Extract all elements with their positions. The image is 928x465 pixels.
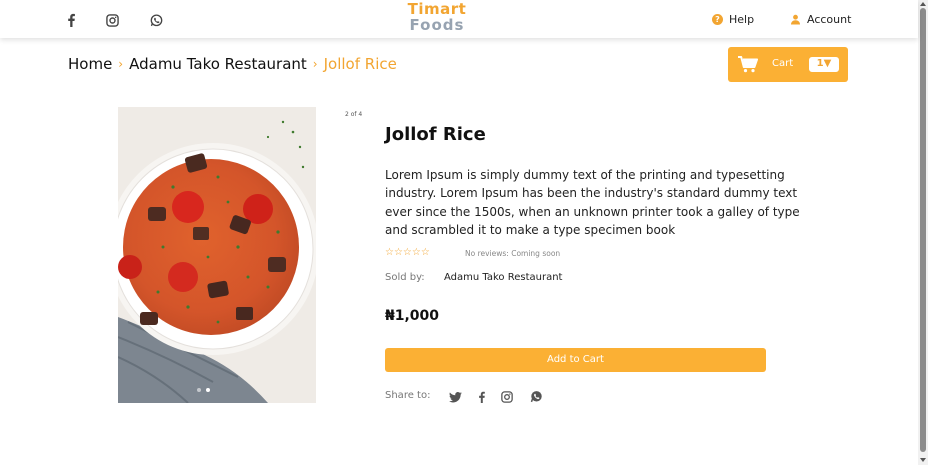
scroll-thumb[interactable] bbox=[920, 8, 926, 452]
pagination-dot[interactable] bbox=[206, 388, 210, 392]
image-counter: 2 of 4 bbox=[345, 111, 363, 118]
help-icon: ? bbox=[712, 14, 723, 25]
page-scrollbar[interactable] bbox=[918, 0, 928, 465]
top-header: Timart Foods ? Help Account bbox=[0, 0, 918, 38]
breadcrumb-separator: › bbox=[118, 57, 124, 71]
cart-icon bbox=[738, 56, 758, 73]
account-link[interactable]: Account bbox=[790, 13, 851, 26]
facebook-icon[interactable] bbox=[477, 388, 490, 403]
cart-button[interactable]: Cart 1▼ bbox=[728, 47, 848, 82]
breadcrumb-restaurant[interactable]: Adamu Tako Restaurant bbox=[129, 55, 307, 73]
help-label: Help bbox=[729, 13, 755, 26]
help-link[interactable]: ? Help bbox=[712, 13, 754, 26]
whatsapp-icon[interactable] bbox=[150, 12, 163, 31]
product-title: Jollof Rice bbox=[385, 124, 486, 145]
timart-foods-logo[interactable]: Timart Foods bbox=[404, 1, 470, 35]
add-to-cart-button[interactable]: Add to Cart bbox=[385, 348, 766, 372]
facebook-icon[interactable] bbox=[66, 12, 78, 27]
share-label: Share to: bbox=[385, 390, 431, 401]
product-image[interactable] bbox=[118, 107, 316, 403]
reviews-text: No reviews: Coming soon bbox=[465, 249, 561, 258]
scroll-up-arrow-icon[interactable] bbox=[920, 2, 926, 6]
product-price: ₦1,000 bbox=[385, 308, 440, 324]
cart-label: Cart bbox=[772, 58, 794, 69]
sold-by-label: Sold by: bbox=[385, 272, 425, 283]
cart-count-dropdown[interactable]: 1▼ bbox=[809, 57, 839, 72]
breadcrumb-home[interactable]: Home bbox=[68, 55, 112, 73]
logo-line2: Foods bbox=[409, 16, 465, 34]
product-description: Lorem Ipsum is simply dummy text of the … bbox=[385, 168, 800, 237]
breadcrumb: Home › Adamu Tako Restaurant › Jollof Ri… bbox=[68, 55, 397, 73]
scroll-down-arrow-icon[interactable] bbox=[920, 458, 926, 462]
sold-by-value[interactable]: Adamu Tako Restaurant bbox=[444, 272, 562, 283]
whatsapp-icon[interactable] bbox=[530, 388, 543, 403]
breadcrumb-separator: › bbox=[312, 57, 318, 71]
user-icon bbox=[790, 14, 801, 25]
image-pagination-dots bbox=[197, 388, 210, 392]
instagram-icon[interactable] bbox=[106, 12, 119, 31]
rating-stars: ☆☆☆☆☆ bbox=[385, 247, 430, 258]
logo-line1: Timart bbox=[407, 0, 467, 18]
twitter-icon[interactable] bbox=[449, 388, 462, 403]
instagram-icon[interactable] bbox=[501, 388, 514, 403]
pagination-dot[interactable] bbox=[197, 388, 201, 392]
breadcrumb-current: Jollof Rice bbox=[323, 55, 397, 73]
jollof-rice-photo bbox=[118, 107, 316, 403]
account-label: Account bbox=[807, 13, 852, 26]
